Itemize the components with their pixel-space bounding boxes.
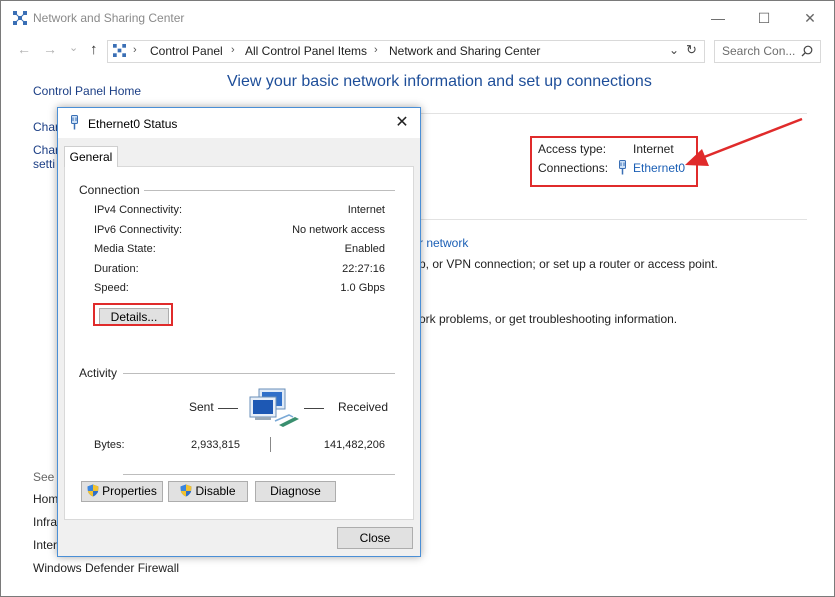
see-also-infrared-link[interactable]: Infra: [33, 515, 57, 529]
divider: [419, 113, 807, 114]
activity-group-label: Activity: [79, 366, 122, 380]
search-placeholder: Search Con...: [722, 44, 796, 58]
title-bar: Network and Sharing Center — ☐ ✕: [1, 1, 834, 35]
back-button[interactable]: ←: [17, 41, 31, 57]
speed-value: 1.0 Gbps: [340, 282, 385, 294]
ipv6-label: IPv6 Connectivity:: [94, 224, 183, 236]
up-button[interactable]: ↑: [90, 41, 98, 58]
see-also-internet-options-link[interactable]: Inter: [33, 538, 57, 552]
ethernet-icon: [71, 115, 78, 130]
setup-new-network-link[interactable]: r network: [419, 236, 468, 250]
received-line: [304, 408, 324, 409]
close-icon: ✕: [395, 114, 409, 131]
maximize-icon: ☐: [757, 10, 771, 26]
sidebar-item-change-1[interactable]: Char: [33, 120, 59, 134]
breadcrumb-separator: ›: [231, 44, 235, 56]
see-also-firewall-link[interactable]: Windows Defender Firewall: [33, 561, 179, 575]
sent-line: [218, 408, 238, 409]
breadcrumb-separator: ›: [133, 44, 137, 56]
breadcrumb-control-panel[interactable]: Control Panel: [150, 44, 223, 58]
search-icon[interactable]: [801, 45, 813, 57]
ipv4-value: Internet: [347, 204, 385, 216]
control-panel-home-link[interactable]: Control Panel Home: [33, 84, 141, 98]
maximize-button[interactable]: ☐: [741, 1, 787, 35]
refresh-button[interactable]: ↻: [686, 42, 697, 58]
shield-icon: [180, 484, 192, 497]
sidebar-item-settings[interactable]: setti: [33, 157, 55, 171]
minimize-icon: —: [711, 10, 725, 26]
bytes-sent-value: 2,933,815: [191, 439, 240, 451]
chevron-down-icon: ⌄: [669, 43, 680, 57]
recent-locations-button[interactable]: ⌄: [69, 41, 78, 54]
properties-button[interactable]: Properties: [81, 481, 163, 502]
duration-value: 22:27:16: [342, 263, 385, 275]
group-divider: [137, 190, 395, 191]
dialog-close-action-button[interactable]: Close: [337, 527, 413, 549]
duration-label: Duration:: [94, 263, 139, 275]
up-arrow-icon: ↑: [90, 41, 98, 58]
main-window: Network and Sharing Center — ☐ ✕ ← → ⌄ ↑…: [0, 0, 835, 597]
ipv6-value: No network access: [292, 224, 385, 236]
chevron-down-icon: ⌄: [69, 42, 79, 54]
forward-arrow-icon: →: [43, 41, 57, 57]
media-state-label: Media State:: [94, 243, 156, 255]
computers-activity-icon: [249, 388, 299, 427]
ethernet-status-dialog: Ethernet0 Status ✕ General Connection IP…: [57, 107, 421, 557]
page-title: View your basic network information and …: [227, 73, 652, 90]
speed-label: Speed:: [94, 282, 129, 294]
divider: [419, 219, 807, 220]
group-divider: [123, 474, 395, 475]
close-icon: ✕: [804, 10, 816, 26]
received-label: Received: [338, 400, 389, 414]
breadcrumb-separator: ›: [374, 44, 378, 56]
close-button[interactable]: ✕: [787, 1, 833, 35]
network-center-icon: [113, 44, 126, 57]
highlight-box: [93, 303, 173, 326]
dialog-title: Ethernet0 Status: [88, 117, 178, 131]
breadcrumb-network-center[interactable]: Network and Sharing Center: [389, 44, 540, 58]
highlight-box: [530, 136, 698, 187]
network-center-icon: [13, 11, 27, 25]
tab-panel: Connection IPv4 Connectivity: Internet I…: [64, 166, 414, 520]
dialog-close-button[interactable]: ✕: [388, 112, 416, 134]
group-divider: [123, 373, 395, 374]
tab-general[interactable]: General: [64, 146, 118, 167]
bytes-label: Bytes:: [94, 439, 125, 451]
sent-label: Sent: [189, 400, 214, 414]
breadcrumb-all-items[interactable]: All Control Panel Items: [245, 44, 367, 58]
pointer-arrow-icon: [685, 117, 803, 166]
minimize-button[interactable]: —: [695, 1, 741, 35]
refresh-icon: ↻: [686, 42, 697, 57]
disable-label: Disable: [195, 484, 236, 498]
window-title: Network and Sharing Center: [33, 11, 185, 25]
setup-description: p, or VPN connection; or set up a router…: [419, 257, 718, 271]
sidebar-item-change-2[interactable]: Char: [33, 143, 59, 157]
shield-icon: [87, 484, 99, 497]
ipv4-label: IPv4 Connectivity:: [94, 204, 183, 216]
troubleshoot-description: ork problems, or get troubleshooting inf…: [419, 312, 678, 326]
bytes-received-value: 141,482,206: [323, 439, 385, 451]
forward-button[interactable]: →: [43, 41, 57, 57]
connection-group-label: Connection: [79, 183, 144, 197]
back-arrow-icon: ←: [17, 41, 31, 57]
disable-button[interactable]: Disable: [168, 481, 248, 502]
see-also-homegroup-link[interactable]: Hom: [33, 492, 58, 506]
media-state-value: Enabled: [344, 243, 385, 255]
address-dropdown-button[interactable]: ⌄: [669, 43, 679, 57]
bytes-divider: [270, 437, 271, 452]
properties-label: Properties: [102, 484, 157, 498]
diagnose-button[interactable]: Diagnose: [255, 481, 336, 502]
